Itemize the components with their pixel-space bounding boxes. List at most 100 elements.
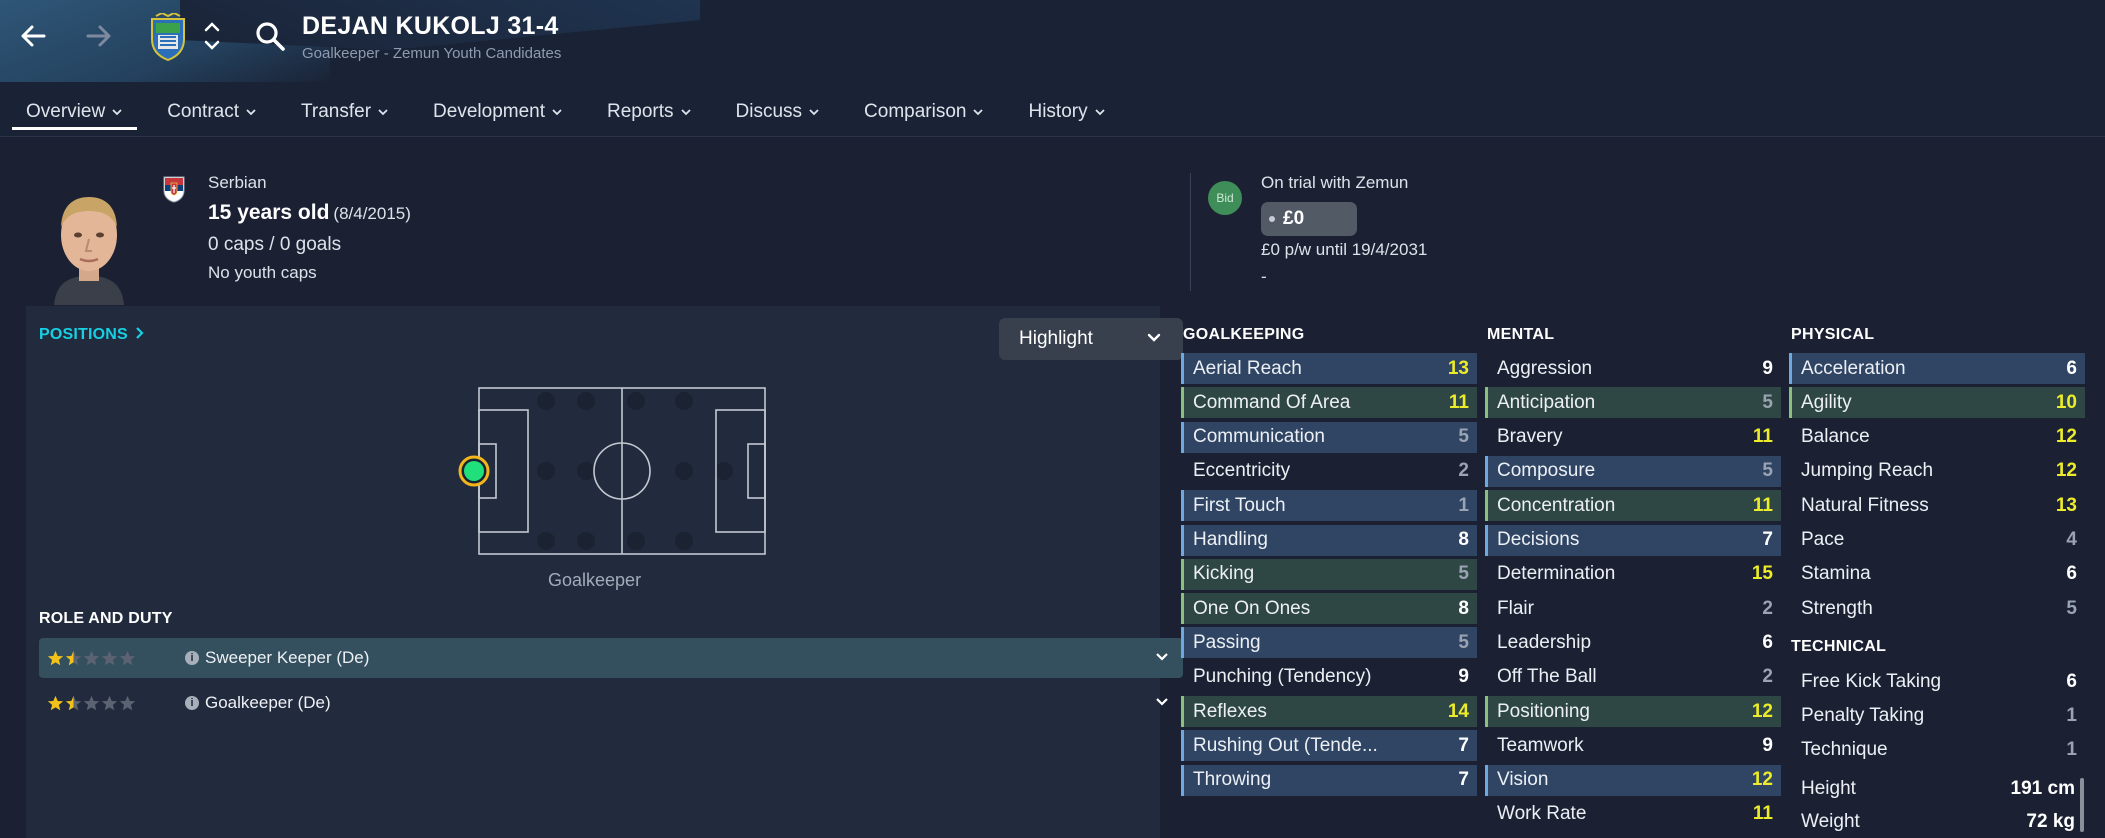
position-pitch[interactable] bbox=[454, 382, 774, 560]
tab-label: History bbox=[1028, 101, 1088, 122]
tab-overview[interactable]: Overview bbox=[12, 92, 138, 132]
attribute-row[interactable]: Passing 5 bbox=[1181, 627, 1477, 659]
attribute-row[interactable]: Penalty Taking 1 bbox=[1789, 700, 2085, 731]
nationality[interactable]: Serbian bbox=[208, 173, 267, 193]
attribute-name: Work Rate bbox=[1497, 803, 1587, 825]
attribute-row[interactable]: Vision 12 bbox=[1485, 764, 1781, 796]
role-row[interactable]: i Sweeper Keeper (De) bbox=[39, 638, 1183, 678]
attribute-row[interactable]: Aggression 9 bbox=[1485, 353, 1781, 384]
attribute-row[interactable]: Acceleration 6 bbox=[1789, 353, 2085, 384]
info-icon[interactable]: i bbox=[185, 651, 199, 665]
trial-status[interactable]: On trial with Zemun bbox=[1261, 173, 1408, 193]
goalkeeping-title: GOALKEEPING bbox=[1183, 326, 1305, 343]
chevron-down-icon bbox=[204, 40, 220, 50]
serbia-flag-icon bbox=[162, 175, 186, 203]
attribute-row[interactable]: Composure 5 bbox=[1485, 455, 1781, 487]
attribute-row[interactable]: Free Kick Taking 6 bbox=[1789, 666, 2085, 697]
attribute-name: Free Kick Taking bbox=[1801, 670, 1942, 692]
role-rating-stars bbox=[47, 650, 167, 667]
attribute-row[interactable]: Flair 2 bbox=[1485, 593, 1781, 624]
player-header: DEJAN KUKOLJ 31-4 Goalkeeper - Zemun You… bbox=[0, 0, 2105, 137]
attribute-row[interactable]: Agility 10 bbox=[1789, 387, 2085, 419]
attribute-row[interactable]: Concentration 11 bbox=[1485, 490, 1781, 522]
attribute-name: Stamina bbox=[1801, 563, 1871, 585]
attribute-row[interactable]: Reflexes 14 bbox=[1181, 696, 1477, 727]
player-info-strip: Serbian 15 years old (8/4/2015) 0 caps / … bbox=[0, 137, 2105, 305]
attribute-row[interactable]: Rushing Out (Tende... 7 bbox=[1181, 730, 1477, 762]
attribute-row[interactable]: Strength 5 bbox=[1789, 593, 2085, 624]
highlight-dropdown[interactable]: Highlight bbox=[999, 318, 1183, 360]
attribute-row[interactable]: Throwing 7 bbox=[1181, 764, 1477, 796]
attribute-row[interactable]: Teamwork 9 bbox=[1485, 730, 1781, 761]
search-button[interactable] bbox=[254, 20, 288, 54]
attribute-name: Rushing Out (Tende... bbox=[1193, 734, 1378, 756]
height-value: 191 cm bbox=[2010, 778, 2075, 799]
tab-history[interactable]: History bbox=[1014, 92, 1119, 132]
attribute-row[interactable]: Positioning 12 bbox=[1485, 696, 1781, 727]
attribute-row[interactable]: Punching (Tendency) 9 bbox=[1181, 662, 1477, 693]
technical-title: TECHNICAL bbox=[1791, 638, 1887, 655]
tab-discuss[interactable]: Discuss bbox=[722, 92, 835, 132]
attribute-row[interactable]: Eccentricity 2 bbox=[1181, 456, 1477, 487]
attribute-value: 6 bbox=[1762, 631, 1773, 653]
attribute-row[interactable]: Off The Ball 2 bbox=[1485, 662, 1781, 693]
attribute-row[interactable]: Balance 12 bbox=[1789, 422, 2085, 453]
attribute-name: Agility bbox=[1801, 391, 1852, 413]
attribute-row[interactable]: One On Ones 8 bbox=[1181, 593, 1477, 625]
attribute-row[interactable]: Communication 5 bbox=[1181, 421, 1477, 453]
tab-transfer[interactable]: Transfer bbox=[287, 92, 403, 132]
attribute-row[interactable]: Anticipation 5 bbox=[1485, 387, 1781, 419]
chevron-down-icon bbox=[378, 109, 388, 116]
scrollbar[interactable] bbox=[2080, 778, 2084, 832]
attribute-row[interactable]: Bravery 11 bbox=[1485, 422, 1781, 453]
attribute-row[interactable]: Work Rate 11 bbox=[1485, 799, 1781, 830]
attribute-row[interactable]: Jumping Reach 12 bbox=[1789, 456, 2085, 487]
attribute-row[interactable]: Stamina 6 bbox=[1789, 559, 2085, 590]
tab-label: Contract bbox=[167, 101, 239, 122]
back-button[interactable] bbox=[14, 16, 54, 56]
tab-reports[interactable]: Reports bbox=[593, 92, 706, 132]
tab-label: Transfer bbox=[301, 101, 372, 122]
info-icon[interactable]: i bbox=[185, 696, 199, 710]
star-icon bbox=[65, 650, 82, 665]
club-badge-icon[interactable] bbox=[148, 11, 188, 62]
date-of-birth: (8/4/2015) bbox=[333, 204, 411, 223]
attribute-name: Passing bbox=[1193, 631, 1261, 653]
role-row[interactable]: i Goalkeeper (De) bbox=[39, 683, 1183, 723]
star-icon bbox=[119, 650, 136, 665]
attribute-value: 6 bbox=[2066, 357, 2077, 379]
attribute-row[interactable]: Handling 8 bbox=[1181, 524, 1477, 556]
attribute-name: Anticipation bbox=[1497, 391, 1596, 413]
chevron-down-icon[interactable] bbox=[1155, 652, 1169, 662]
player-portrait bbox=[44, 187, 134, 305]
positions-link[interactable]: POSITIONS bbox=[39, 326, 145, 344]
tab-development[interactable]: Development bbox=[419, 92, 577, 132]
forward-button[interactable] bbox=[78, 16, 118, 56]
star-icon bbox=[47, 695, 64, 710]
attribute-row[interactable]: Kicking 5 bbox=[1181, 558, 1477, 590]
attribute-row[interactable]: Command Of Area 11 bbox=[1181, 387, 1477, 419]
attribute-row[interactable]: Natural Fitness 13 bbox=[1789, 490, 2085, 521]
attribute-row[interactable]: Technique 1 bbox=[1789, 735, 2085, 766]
tab-label: Reports bbox=[607, 101, 674, 122]
positions-panel: POSITIONS Highlight Goalkeeper ROLE AND … bbox=[26, 306, 1183, 838]
transfer-value[interactable]: £0 bbox=[1261, 202, 1357, 236]
tab-label: Comparison bbox=[864, 101, 967, 122]
attribute-row[interactable]: Aerial Reach 13 bbox=[1181, 353, 1477, 384]
attribute-value: 1 bbox=[2066, 704, 2077, 726]
player-subtitle[interactable]: Goalkeeper - Zemun Youth Candidates bbox=[302, 45, 561, 62]
attribute-row[interactable]: First Touch 1 bbox=[1181, 490, 1477, 522]
tab-comparison[interactable]: Comparison bbox=[850, 92, 998, 132]
attribute-value: 1 bbox=[1458, 494, 1469, 516]
attribute-row[interactable]: Decisions 7 bbox=[1485, 524, 1781, 556]
chevron-right-icon bbox=[135, 327, 144, 339]
player-cycle-buttons[interactable] bbox=[200, 16, 224, 56]
attribute-name: Throwing bbox=[1193, 769, 1272, 791]
bid-button[interactable]: Bid bbox=[1208, 181, 1242, 215]
attribute-row[interactable]: Pace 4 bbox=[1789, 525, 2085, 556]
attribute-row[interactable]: Determination 15 bbox=[1485, 559, 1781, 590]
attribute-value: 8 bbox=[1458, 597, 1469, 619]
chevron-down-icon[interactable] bbox=[1155, 697, 1169, 707]
attribute-row[interactable]: Leadership 6 bbox=[1485, 627, 1781, 658]
tab-contract[interactable]: Contract bbox=[153, 92, 271, 132]
